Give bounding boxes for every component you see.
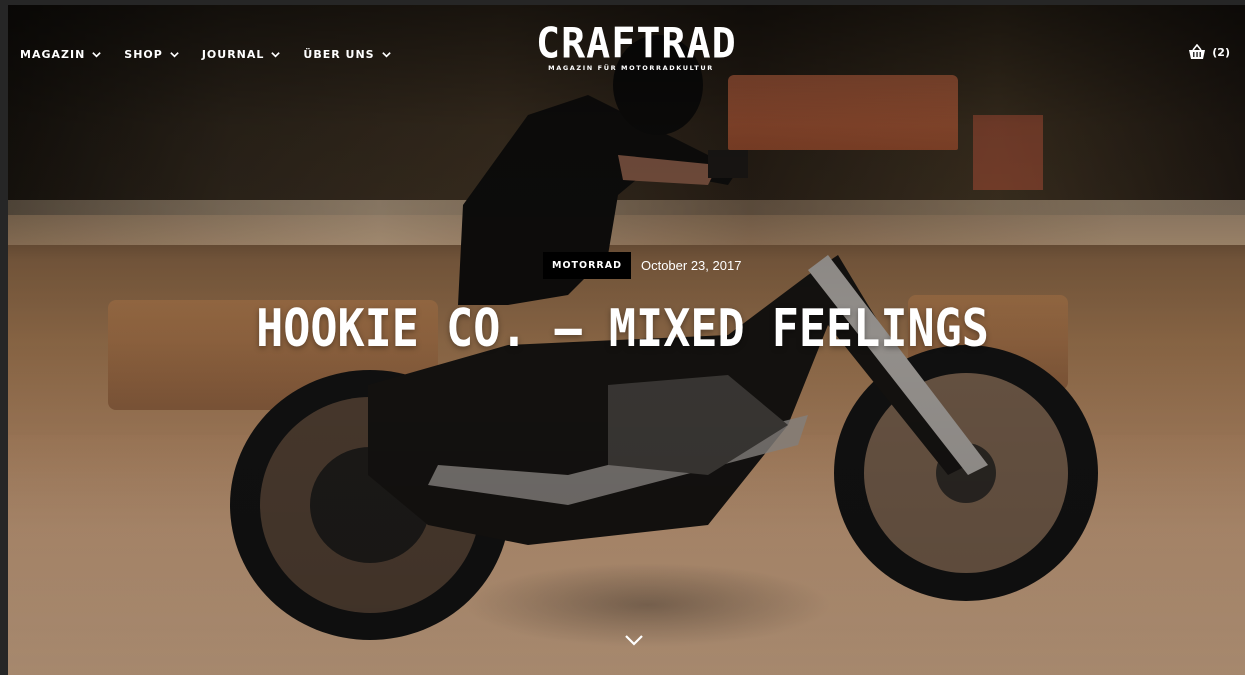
scroll-down-icon[interactable] <box>622 628 646 652</box>
chevron-down-icon <box>381 52 391 58</box>
chevron-down-icon <box>92 52 102 58</box>
article-title: HOOKIE CO. – MIXED FEELINGS <box>256 298 989 359</box>
nav-item-label: MAGAZIN <box>20 48 86 61</box>
nav-item-label: SHOP <box>124 48 163 61</box>
basket-icon <box>1189 44 1206 59</box>
nav-item-label: ÜBER UNS <box>303 48 375 61</box>
nav-item-ueber-uns[interactable]: ÜBER UNS <box>303 48 391 61</box>
nav-item-magazin[interactable]: MAGAZIN <box>20 48 102 61</box>
cart-button[interactable]: (2) <box>1188 44 1230 60</box>
site-logo[interactable]: CRAFTRAD MAGAZIN FÜR MOTORRADKULTUR <box>536 19 737 72</box>
logo-title: CRAFTRAD <box>536 19 737 69</box>
article-meta: MOTORRAD October 23, 2017 <box>543 252 741 279</box>
article-date: October 23, 2017 <box>640 258 742 273</box>
main-navigation: MAGAZIN SHOP JOURNAL ÜBER UNS <box>20 48 392 61</box>
nav-item-journal[interactable]: JOURNAL <box>202 48 282 61</box>
nav-item-label: JOURNAL <box>201 48 265 61</box>
cart-count: (2) <box>1212 45 1230 59</box>
chevron-down-icon <box>170 52 179 58</box>
category-badge[interactable]: MOTORRAD <box>543 252 631 279</box>
nav-item-shop[interactable]: SHOP <box>124 48 180 61</box>
chevron-down-icon <box>271 52 281 58</box>
